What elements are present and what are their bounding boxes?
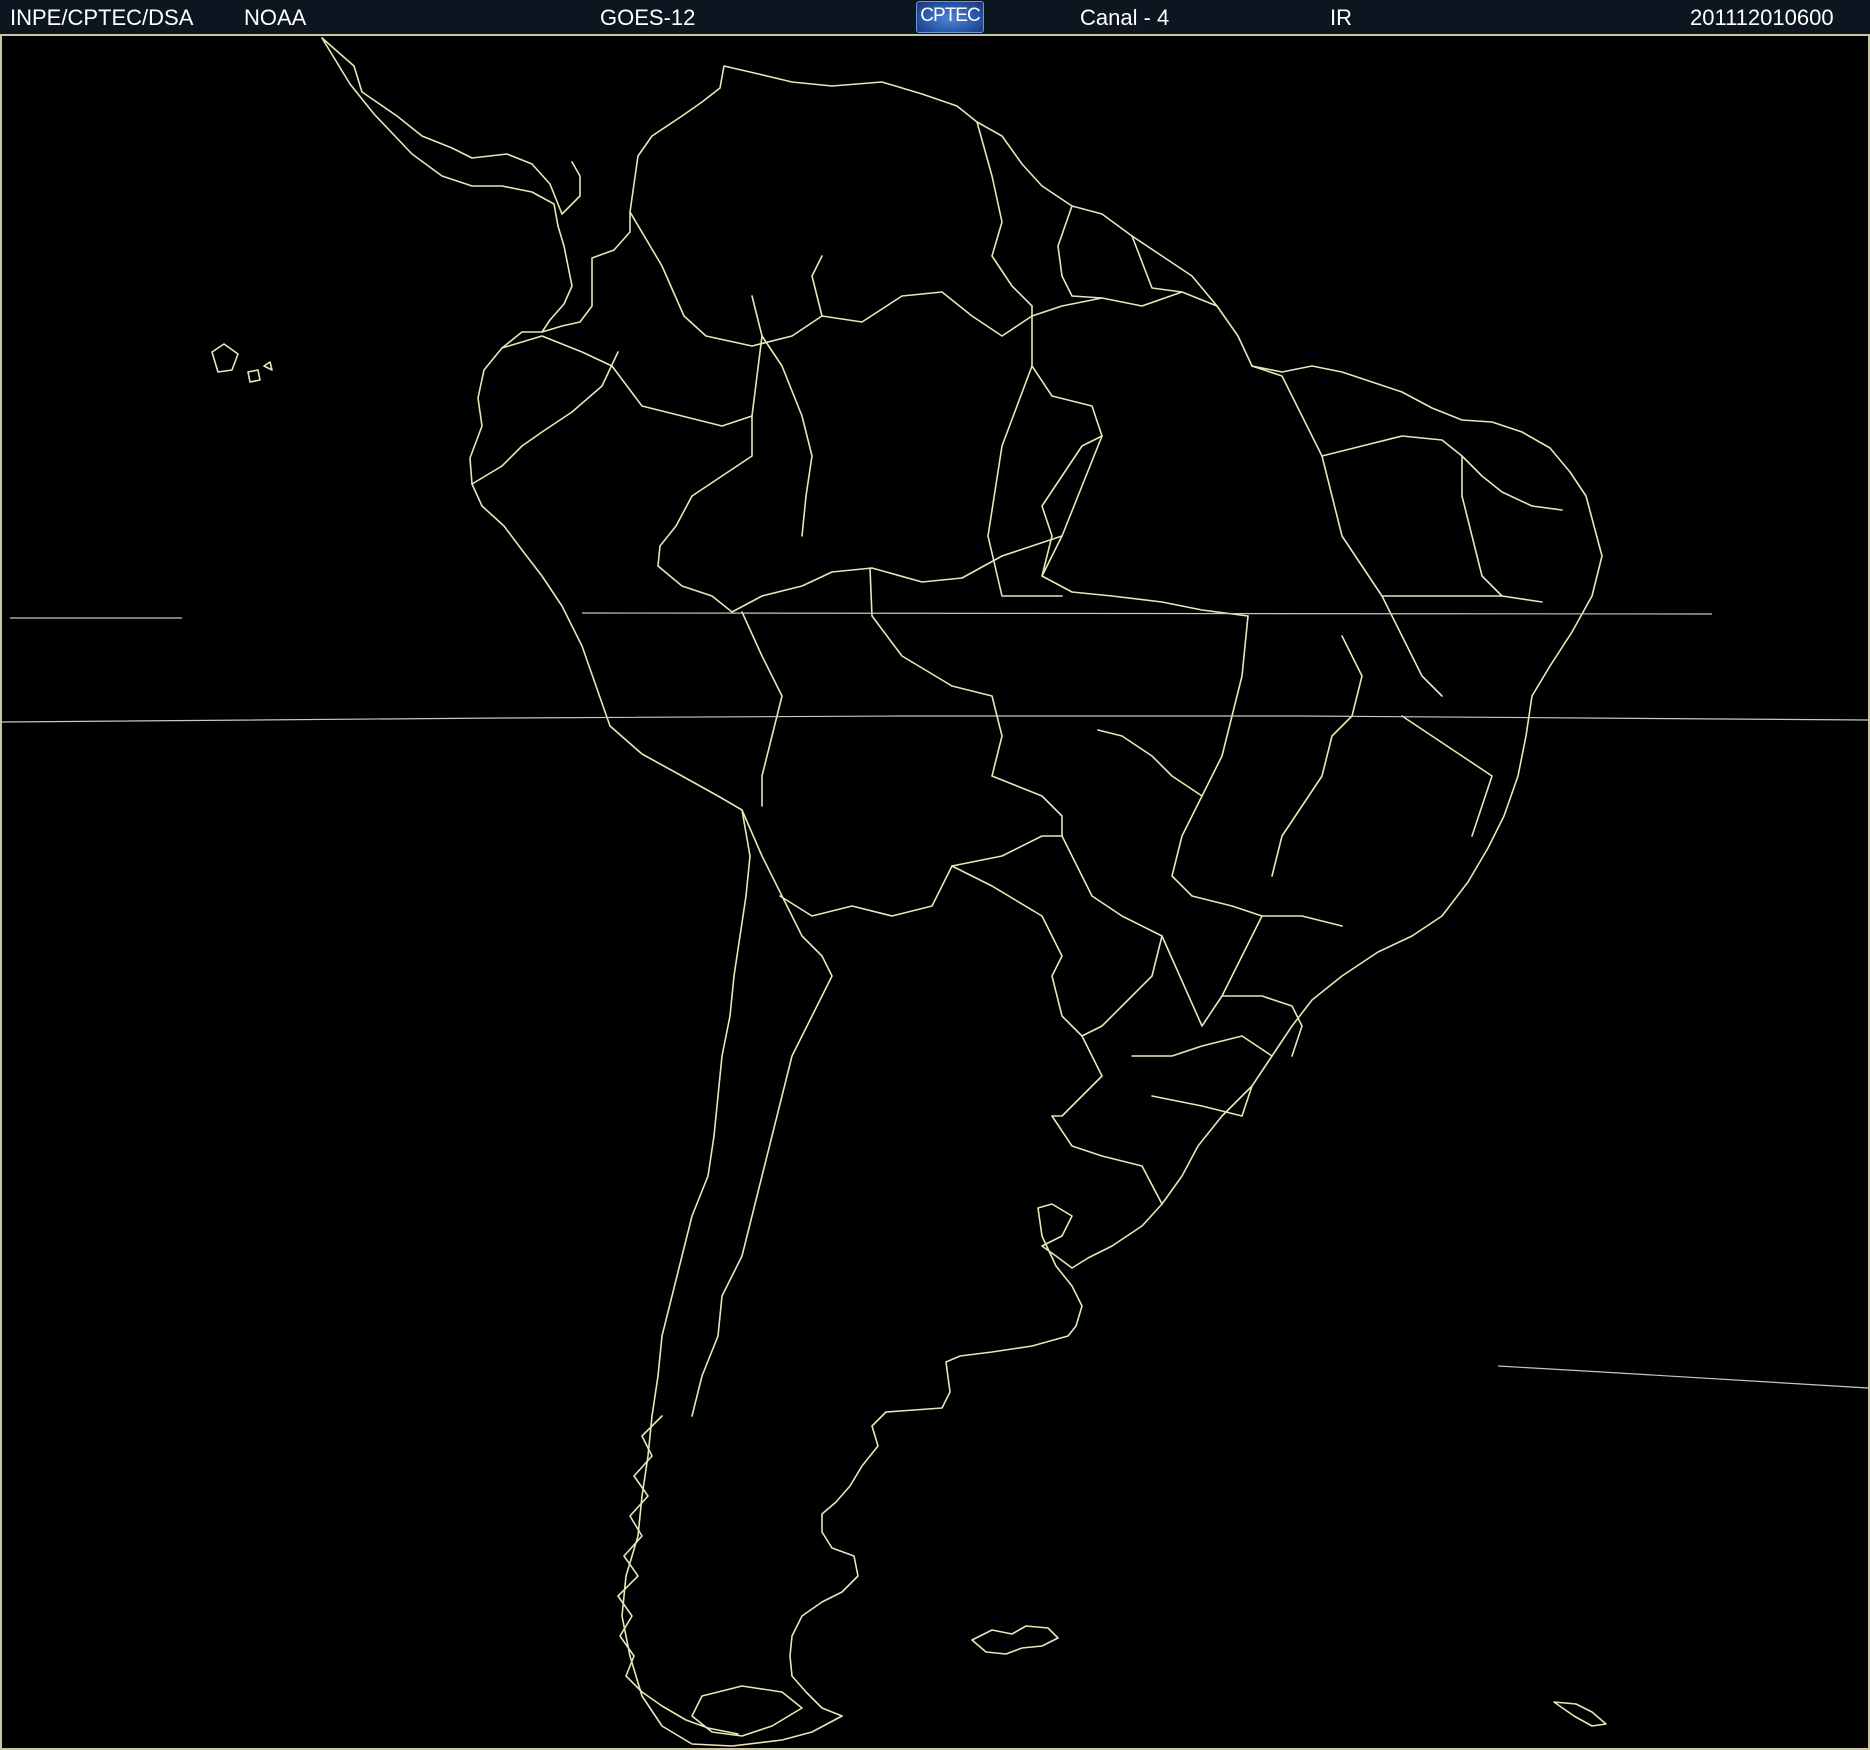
bolivia-argentina-paraguay-border [779, 835, 1063, 917]
brazil-state-border-1 [751, 335, 763, 417]
south-america-boundary-map [2, 37, 1868, 1747]
bolivia-brazil-border [869, 567, 1063, 837]
brazil-state-border-7 [1461, 495, 1543, 603]
central-america-pacific-coast [321, 37, 559, 227]
guyana-suriname-border [1057, 205, 1103, 299]
brazil-state-border-18 [1097, 729, 1203, 797]
satellite-image-frame: INPE/CPTEC/DSA NOAA GOES-12 CPTEC Canal … [0, 0, 1870, 1750]
brazil-state-border-20 [987, 365, 1063, 597]
chile-argentina-border [691, 809, 833, 1417]
southern-chile-fjords [617, 1415, 739, 1735]
logo-text: CPTEC [920, 5, 980, 26]
brazil-state-border-9 [1171, 615, 1343, 927]
agency-label: INPE/CPTEC/DSA [10, 5, 194, 30]
scan-line-artifact-1 [10, 612, 1713, 619]
colombia-venezuela-border [629, 211, 823, 347]
argentina-brazil-border [1051, 1035, 1103, 1117]
channel-label: Canal - 4 [1080, 5, 1170, 30]
colombia-ecuador-peru-border [501, 335, 753, 567]
argentina-uruguay-border [1051, 1115, 1163, 1205]
venezuela-guyana-border [976, 121, 1033, 307]
south-georgia [1553, 1701, 1607, 1727]
peru-brazil-border [657, 565, 963, 613]
satellite-label: GOES-12 [600, 5, 696, 30]
brazil-state-border-3 [1041, 435, 1249, 617]
ecuador-peru-border [471, 351, 619, 485]
galapagos-islands [211, 343, 273, 383]
brazil-state-border-6 [1461, 455, 1563, 511]
map-area [0, 36, 1870, 1750]
brazil-state-border-2 [1031, 305, 1103, 437]
brazil-state-border-12 [1161, 915, 1263, 1027]
brazil-state-border-11 [1401, 715, 1493, 837]
peru-bolivia-border [741, 611, 783, 807]
band-label: IR [1330, 5, 1352, 30]
falkland-islands [971, 1625, 1059, 1655]
pacific-coast [469, 331, 843, 1747]
atlantic-coast-south [789, 1203, 1083, 1717]
provider-label: NOAA [244, 5, 307, 30]
cptec-logo-icon: CPTEC [916, 1, 984, 33]
brazil-north-border [821, 291, 1218, 337]
timestamp-label: 201112010600 [1690, 5, 1834, 30]
brazil-state-border-14 [1131, 1035, 1273, 1057]
scan-line-artifact-3 [1497, 1365, 1868, 1389]
central-america-coast [321, 37, 581, 215]
brazil-state-border-5 [1321, 435, 1463, 497]
image-header-bar: INPE/CPTEC/DSA NOAA GOES-12 CPTEC Canal … [0, 0, 1870, 36]
brazil-state-border-10 [1271, 635, 1363, 877]
caribbean-coast [541, 65, 1253, 367]
scan-line-artifact-2 [2, 715, 1868, 723]
brazil-state-border-13 [1221, 995, 1303, 1057]
brazil-state-border-19 [751, 295, 813, 537]
tierra-del-fuego [691, 1685, 803, 1737]
paraguay-border [951, 835, 1163, 1037]
